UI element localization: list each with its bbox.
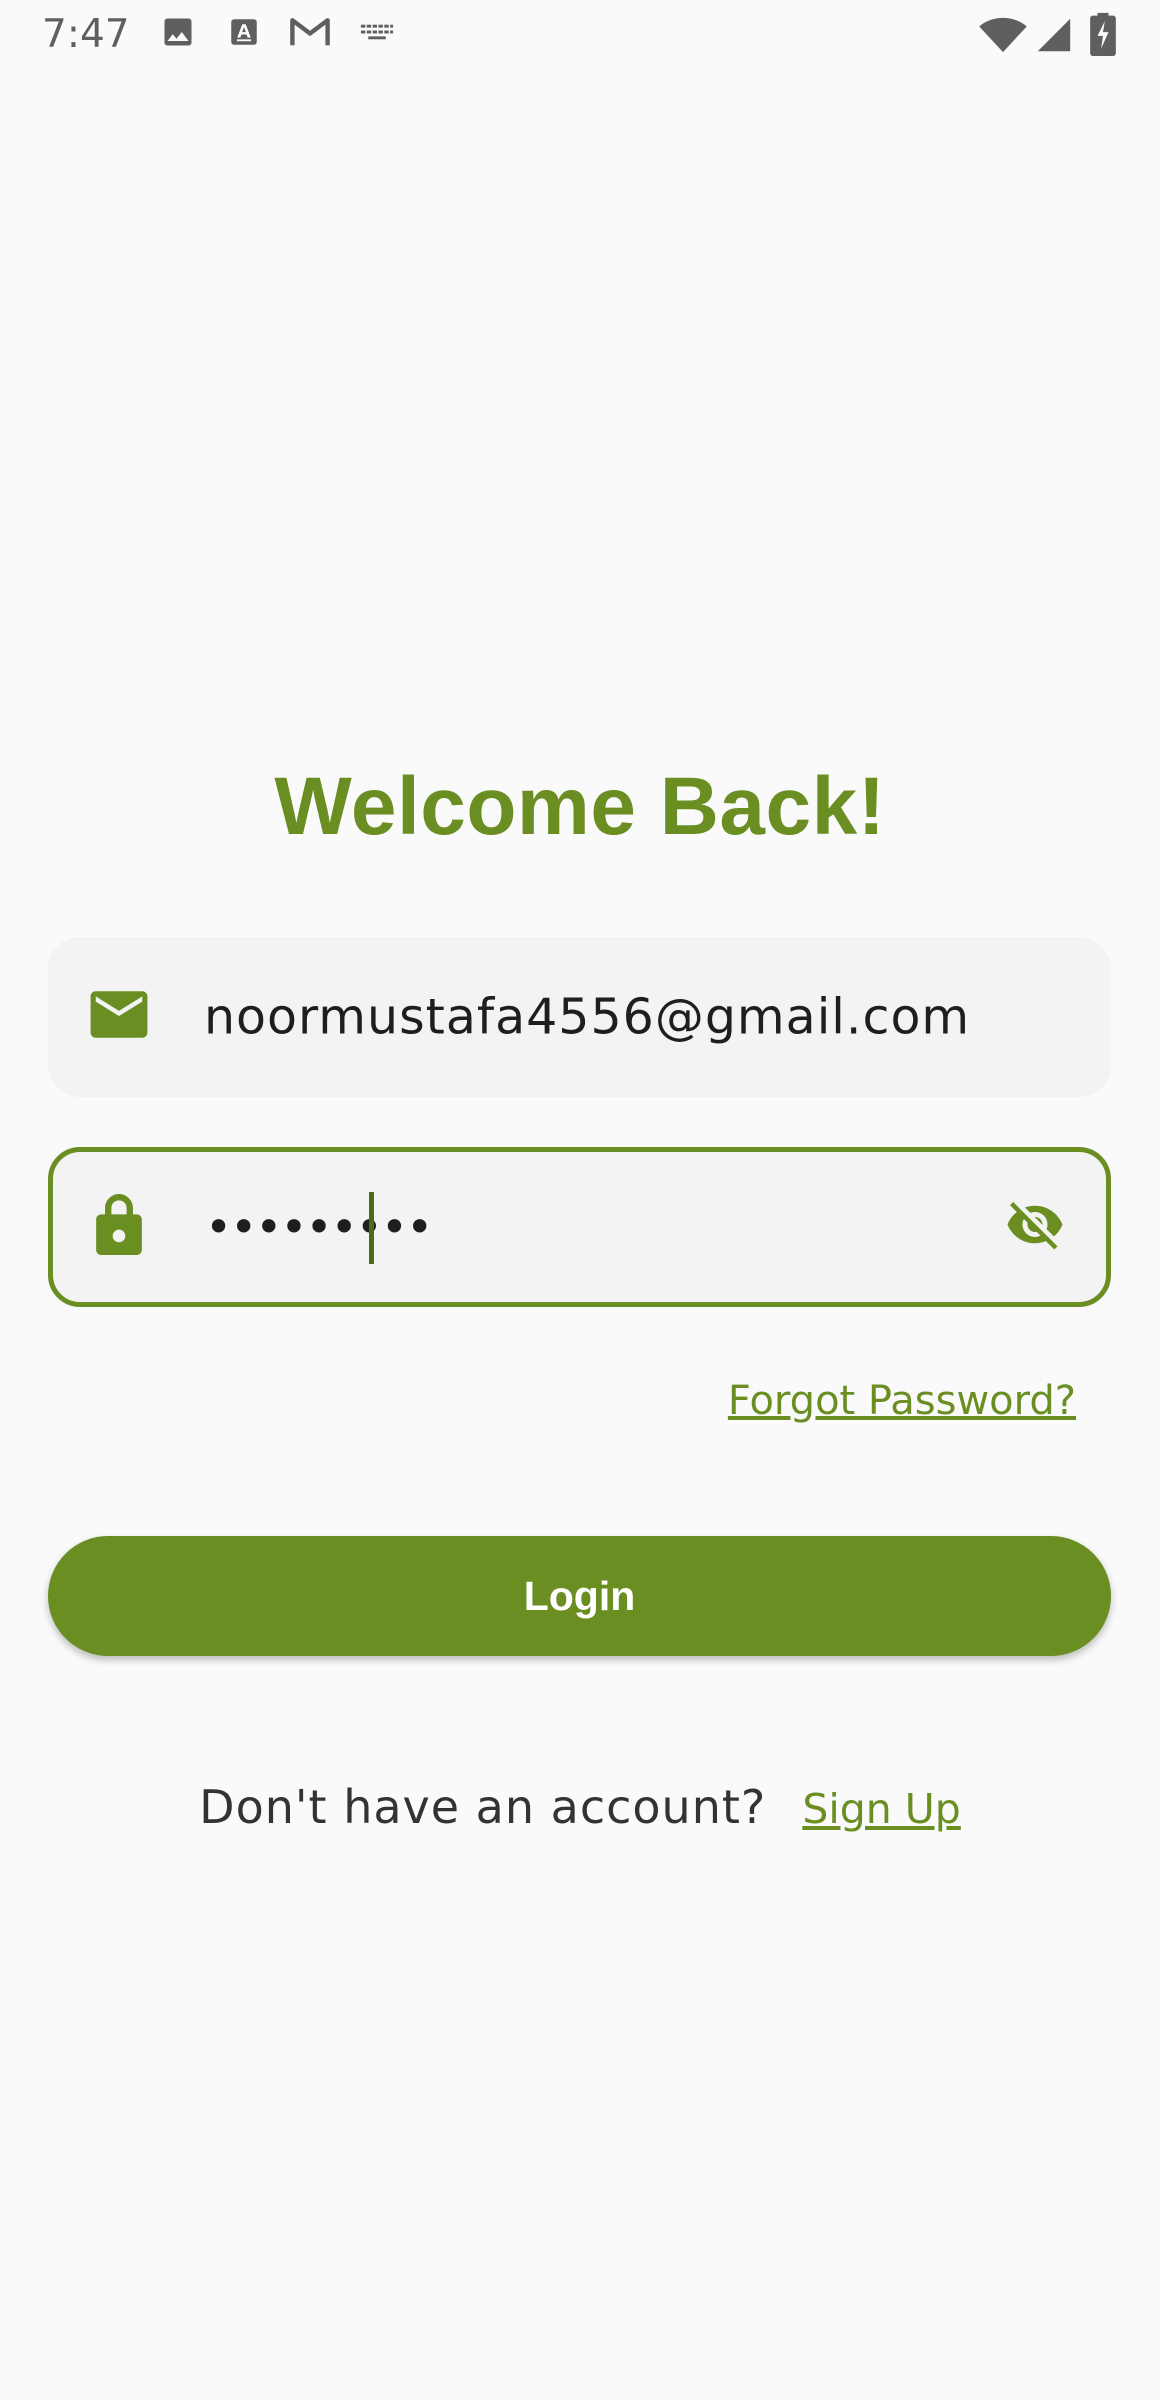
- password-value: •••••••••: [205, 1200, 433, 1254]
- keyboard-icon: [358, 14, 396, 50]
- forgot-password-link[interactable]: Forgot Password?: [728, 1378, 1076, 1424]
- visibility-off-icon[interactable]: [1000, 1195, 1070, 1260]
- email-value: noormustafa4556@gmail.com: [204, 988, 971, 1046]
- signup-prompt: Don't have an account?: [199, 1780, 767, 1834]
- sign-up-link[interactable]: Sign Up: [802, 1785, 961, 1833]
- status-bar: 7:47: [0, 0, 1160, 72]
- signup-row: Don't have an account? Sign Up: [0, 1780, 1160, 1834]
- image-icon: [160, 14, 196, 50]
- email-icon: [88, 989, 150, 1046]
- login-button[interactable]: Login: [48, 1536, 1111, 1656]
- lock-icon: [93, 1192, 145, 1263]
- text-a-icon: [227, 14, 261, 50]
- gmail-icon: [288, 14, 332, 50]
- status-time: 7:47: [42, 12, 130, 57]
- text-cursor: [369, 1192, 374, 1264]
- battery-charging-icon: [1090, 12, 1116, 56]
- email-field[interactable]: noormustafa4556@gmail.com: [48, 937, 1111, 1097]
- password-field[interactable]: •••••••••: [48, 1147, 1111, 1307]
- wifi-icon: [978, 16, 1028, 54]
- page-title: Welcome Back!: [274, 761, 886, 852]
- signal-icon: [1036, 16, 1072, 54]
